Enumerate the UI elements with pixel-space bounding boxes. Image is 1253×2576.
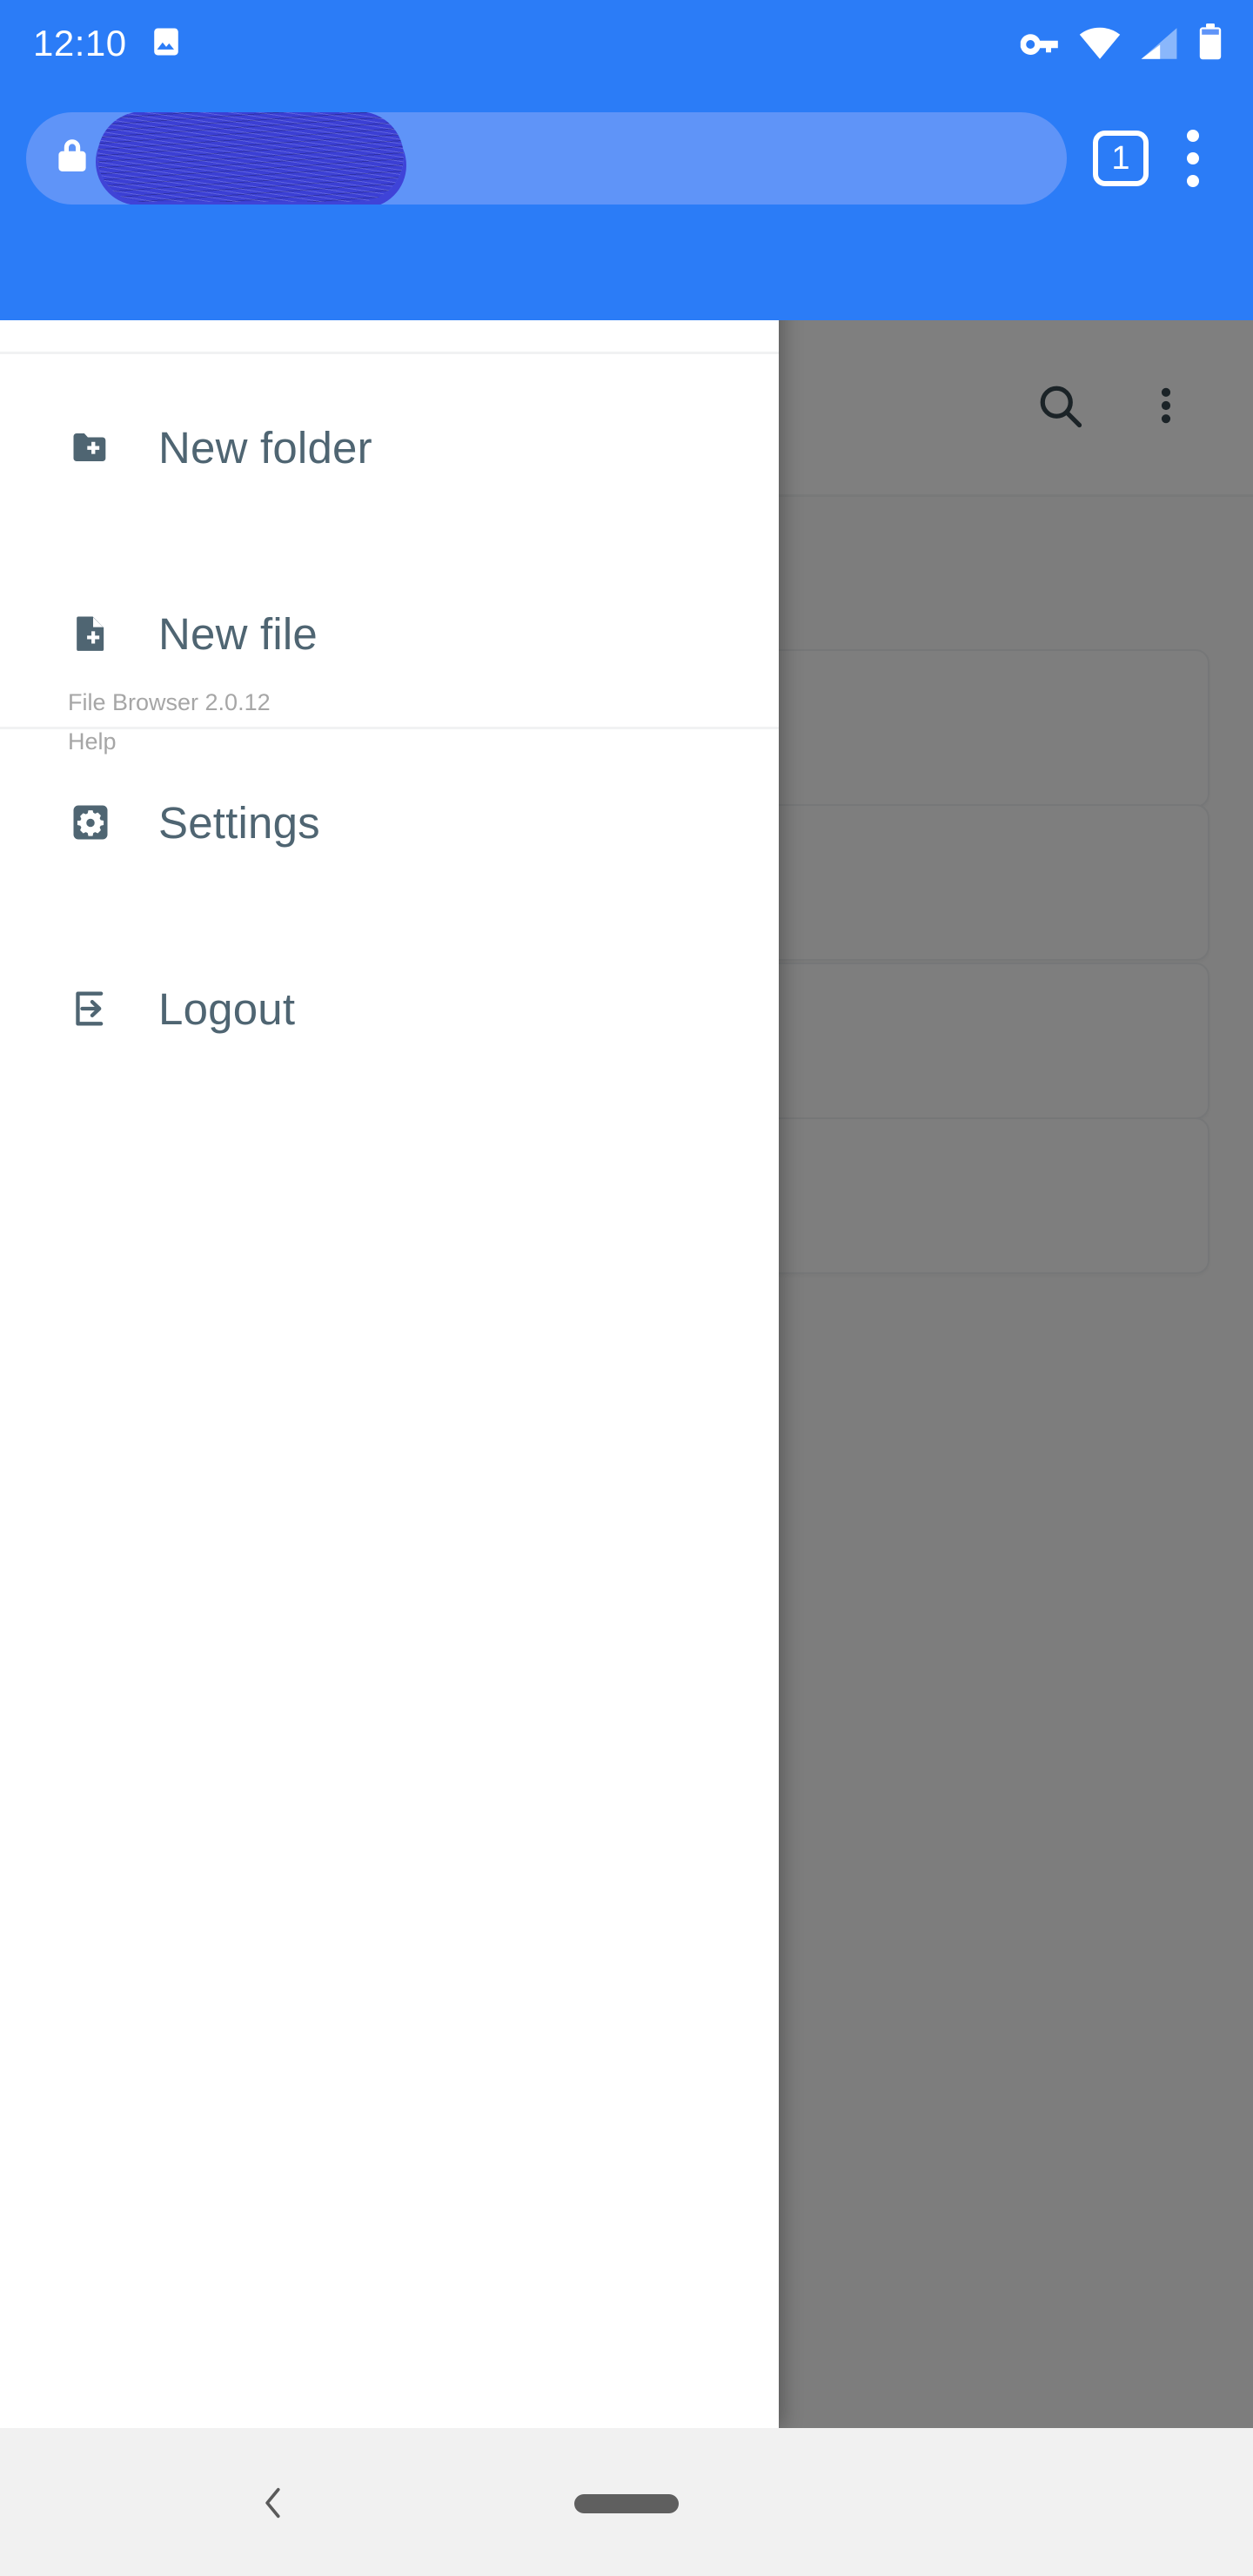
drawer-item-label: Settings xyxy=(158,797,320,848)
tab-switcher-button[interactable]: 1 xyxy=(1093,131,1149,186)
status-bar-left: 12:10 xyxy=(33,23,183,64)
address-bar[interactable]: com/footage/files/ xyxy=(26,112,1067,205)
drawer-scrim-overlay[interactable] xyxy=(779,165,1253,2428)
lock-icon xyxy=(56,138,89,178)
drawer-item-new-folder[interactable]: New folder xyxy=(0,354,779,540)
drawer-item-label: Logout xyxy=(158,983,296,1034)
drawer-item-label: New file xyxy=(158,608,318,659)
status-bar-right xyxy=(1018,23,1223,64)
folder-plus-icon xyxy=(68,425,113,470)
omnibox-row: com/footage/files/ 1 xyxy=(0,87,1253,230)
app-version-label: File Browser 2.0.12 xyxy=(68,689,271,715)
gear-icon xyxy=(68,800,113,845)
wifi-icon xyxy=(1079,27,1121,64)
status-clock: 12:10 xyxy=(33,23,127,64)
cell-signal-icon xyxy=(1140,27,1178,64)
drawer-item-label: New folder xyxy=(158,422,372,473)
file-plus-icon xyxy=(68,611,113,656)
help-link[interactable]: Help xyxy=(68,727,271,757)
vpn-key-icon xyxy=(1018,29,1060,64)
navigation-drawer: My files New folder New file xyxy=(0,165,779,2428)
menu-dot xyxy=(1187,152,1199,164)
menu-dot xyxy=(1187,130,1199,142)
browser-chrome: 12:10 1 xyxy=(0,0,1253,320)
battery-icon xyxy=(1197,23,1223,64)
home-pill-handle[interactable] xyxy=(574,2494,679,2513)
redacted-domain-scribble xyxy=(97,112,404,202)
chevron-left-icon[interactable] xyxy=(242,2472,305,2534)
system-navigation-bar xyxy=(0,2428,1253,2576)
drawer-footer: File Browser 2.0.12 Help xyxy=(68,688,271,757)
phone-screen: My files New folder New file xyxy=(0,0,1253,2576)
drawer-item-logout[interactable]: Logout xyxy=(0,916,779,1102)
logout-icon xyxy=(68,986,113,1031)
image-icon xyxy=(150,25,183,63)
menu-dot xyxy=(1187,175,1199,187)
status-bar: 12:10 xyxy=(0,0,1253,87)
browser-overflow-menu-icon[interactable] xyxy=(1156,112,1230,205)
url-display: com/footage/files/ xyxy=(97,112,404,202)
tab-count-label: 1 xyxy=(1111,140,1130,177)
